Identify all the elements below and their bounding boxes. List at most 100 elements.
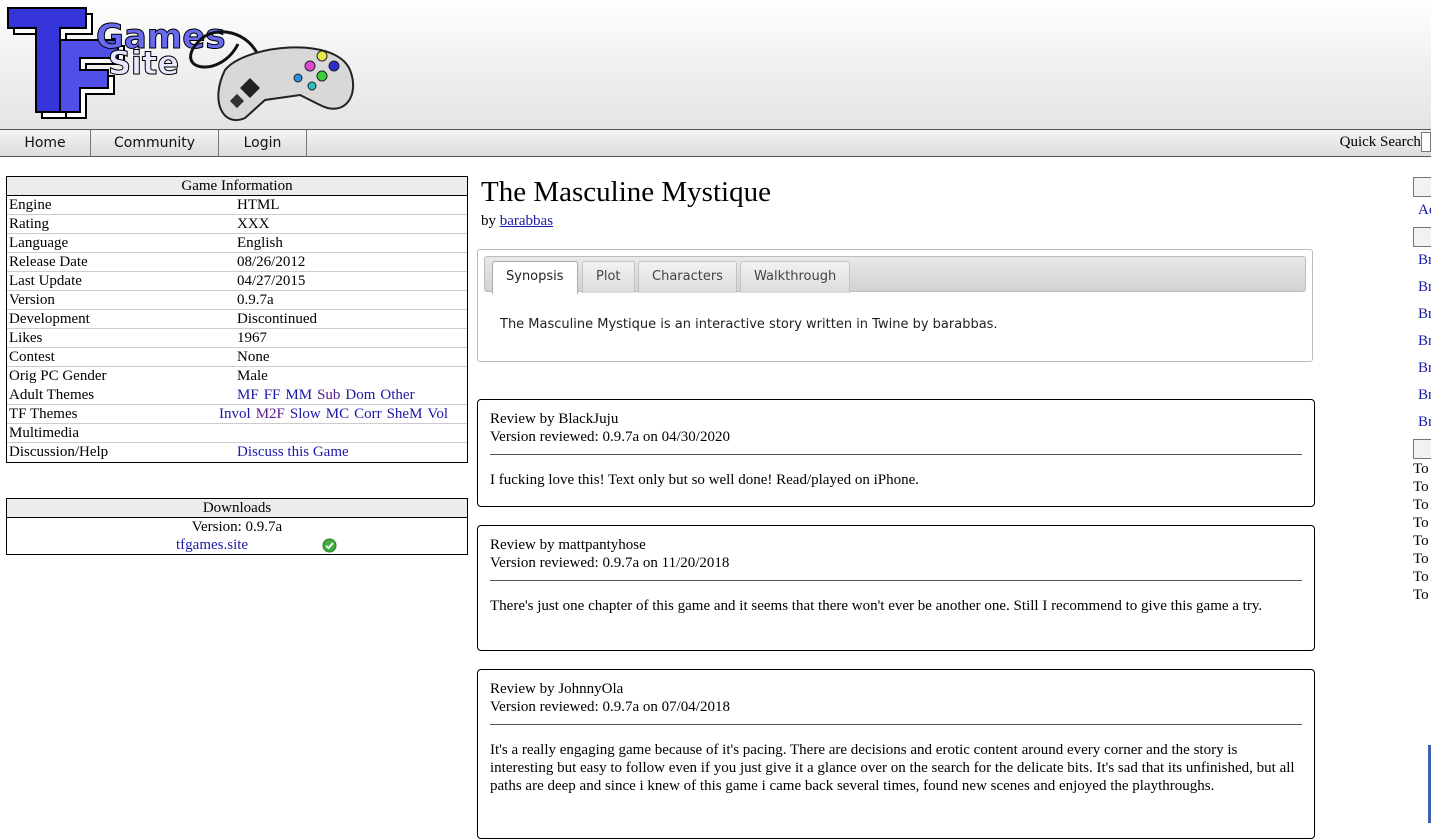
download-version: Version: 0.9.7a xyxy=(191,519,283,535)
sidebar-text: To xyxy=(1413,587,1429,603)
info-value: None xyxy=(237,349,270,365)
sidebar-link[interactable]: Br xyxy=(1418,360,1431,377)
info-row: Release Date 08/26/2012 xyxy=(7,253,467,272)
info-key: Rating xyxy=(9,216,49,232)
nav-bar: Home Community Login Quick Search: xyxy=(0,129,1431,157)
downloads-table: Downloads Version: 0.9.7a tfgames.site xyxy=(6,498,468,555)
sidebar-link[interactable]: Br xyxy=(1418,252,1431,269)
info-value: HTML xyxy=(237,197,280,213)
sidebar-link[interactable]: Br xyxy=(1418,333,1431,350)
sidebar-text: To xyxy=(1413,551,1429,567)
info-key: Development xyxy=(9,311,90,327)
sidebar-text: To xyxy=(1413,569,1429,585)
sidebar-link[interactable]: Br xyxy=(1418,414,1431,431)
sidebar-box-header xyxy=(1413,177,1431,197)
game-title: The Masculine Mystique xyxy=(481,176,771,208)
theme-tag-link[interactable]: M2F xyxy=(256,406,285,422)
info-key: Likes xyxy=(9,330,43,346)
sidebar-box-header xyxy=(1413,439,1431,459)
nav-login[interactable]: Login xyxy=(219,130,307,157)
info-row: Contest None xyxy=(7,348,467,367)
review-version: Version reviewed: 0.9.7a on 07/04/2018 xyxy=(490,699,730,715)
review-author: Review by BlackJuju xyxy=(490,411,619,427)
info-value: English xyxy=(237,235,283,251)
review-author: Review by JohnnyOla xyxy=(490,681,624,697)
info-row: Likes 1967 xyxy=(7,329,467,348)
sidebar-text: To xyxy=(1413,497,1429,513)
tab-characters[interactable]: Characters xyxy=(638,261,737,293)
info-value: Male xyxy=(237,368,268,384)
review-author: Review by mattpantyhose xyxy=(490,537,646,553)
sidebar-text: To xyxy=(1413,479,1429,495)
svg-text:Site: Site xyxy=(108,44,179,82)
info-key: Orig PC Gender xyxy=(9,368,107,384)
info-value: Discontinued xyxy=(237,311,317,327)
theme-tag-link[interactable]: MC xyxy=(326,406,349,422)
review-body: There's just one chapter of this game an… xyxy=(490,598,1263,614)
info-key: Last Update xyxy=(9,273,82,289)
byline: by barabbas xyxy=(481,213,554,229)
info-row-tf-themes: TF Themes Invol M2F Slow MC Corr SheM Vol xyxy=(7,405,467,424)
review-version: Version reviewed: 0.9.7a on 11/20/2018 xyxy=(490,555,730,571)
theme-tag-link[interactable]: Slow xyxy=(290,406,321,422)
info-row: Rating XXX xyxy=(7,215,467,234)
check-circle-icon xyxy=(322,538,337,558)
sidebar-text: To xyxy=(1413,515,1429,531)
info-row-adult-themes: Adult Themes MF FF MM Sub Dom Other xyxy=(7,386,467,405)
quick-search-label: Quick Search: xyxy=(1339,134,1425,150)
info-key: Language xyxy=(9,235,69,251)
author-link[interactable]: barabbas xyxy=(500,213,553,229)
sidebar-link[interactable]: Br xyxy=(1418,279,1431,296)
sidebar-text: To xyxy=(1413,461,1429,477)
game-tabs: Synopsis Plot Characters Walkthrough The… xyxy=(477,249,1313,362)
info-value: 0.9.7a xyxy=(237,292,274,308)
info-key: Release Date xyxy=(9,254,88,270)
tab-synopsis[interactable]: Synopsis xyxy=(492,261,578,294)
game-info-table: Game Information Engine HTML Rating XXX Lang… xyxy=(6,176,468,463)
tabs-bar: Synopsis Plot Characters Walkthrough xyxy=(484,256,1306,294)
theme-tag-link[interactable]: Corr xyxy=(354,406,382,422)
theme-tag-link[interactable]: FF xyxy=(264,387,281,403)
download-link[interactable]: tfgames.site xyxy=(176,536,248,554)
game-info-heading: Game Information xyxy=(7,177,467,196)
tab-plot[interactable]: Plot xyxy=(582,261,635,293)
review-body: I fucking love this! Text only but so we… xyxy=(490,472,920,488)
info-row: Language English xyxy=(7,234,467,253)
info-value: XXX xyxy=(237,216,270,232)
nav-home[interactable]: Home xyxy=(0,130,91,157)
theme-tag-link[interactable]: MM xyxy=(285,387,312,403)
info-key: Engine xyxy=(9,197,52,213)
info-value: 08/26/2012 xyxy=(237,254,306,270)
info-value: 04/27/2015 xyxy=(237,273,306,289)
info-row-multimedia: Multimedia xyxy=(7,424,467,443)
sidebar-link[interactable]: Ac xyxy=(1418,202,1431,219)
review-body: It's a really engaging game because of i… xyxy=(490,742,1295,794)
sidebar-link[interactable]: Br xyxy=(1418,387,1431,404)
theme-tag-link[interactable]: Other xyxy=(380,387,414,403)
discuss-game-link[interactable]: Discuss this Game xyxy=(237,444,349,460)
review-card: Review by JohnnyOla Version reviewed: 0.… xyxy=(477,669,1315,839)
review-version: Version reviewed: 0.9.7a on 04/30/2020 xyxy=(490,429,730,445)
quick-search-input[interactable] xyxy=(1421,132,1431,152)
theme-tag-link[interactable]: Invol xyxy=(219,406,251,422)
info-row: Version 0.9.7a xyxy=(7,291,467,310)
tab-walkthrough[interactable]: Walkthrough xyxy=(740,261,851,293)
review-card: Review by BlackJuju Version reviewed: 0.… xyxy=(477,399,1315,507)
sidebar-link[interactable]: Br xyxy=(1418,306,1431,323)
info-row: Engine HTML xyxy=(7,196,467,215)
theme-tag-link[interactable]: SheM xyxy=(387,406,423,422)
theme-tag-link[interactable]: Vol xyxy=(427,406,448,422)
theme-tag-link[interactable]: MF xyxy=(237,387,259,403)
info-row: Development Discontinued xyxy=(7,310,467,329)
info-row: Last Update 04/27/2015 xyxy=(7,272,467,291)
tab-content-synopsis: The Masculine Mystique is an interactive… xyxy=(500,317,998,332)
info-value: 1967 xyxy=(237,330,267,346)
theme-tag-link[interactable]: Sub xyxy=(317,387,340,403)
theme-tag-link[interactable]: Dom xyxy=(345,387,375,403)
sidebar-text: To xyxy=(1413,533,1429,549)
nav-community[interactable]: Community xyxy=(91,130,219,157)
quick-search: Quick Search: xyxy=(1339,130,1431,157)
site-logo[interactable]: Games Site xyxy=(0,0,360,128)
info-row: Orig PC Gender Male xyxy=(7,367,467,386)
site-header: Games Site xyxy=(0,0,1431,130)
